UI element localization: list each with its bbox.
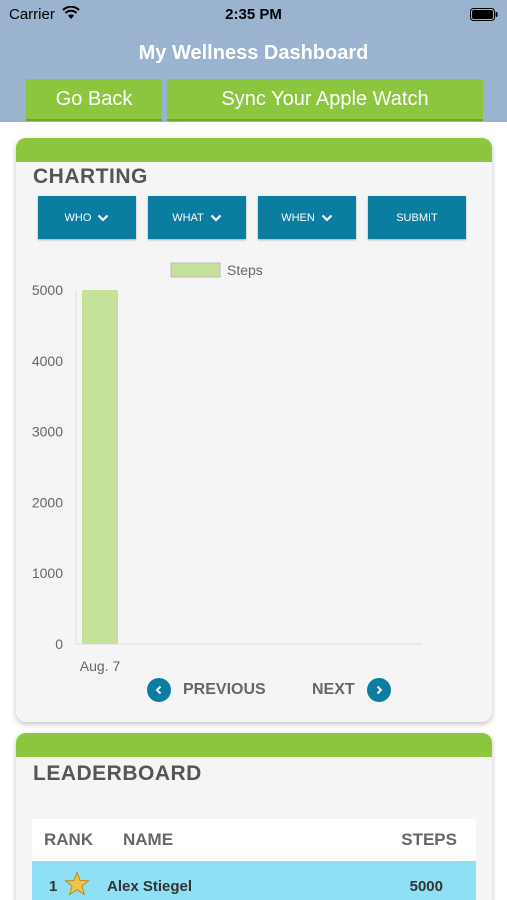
table-row[interactable]: 1 Alex Stiegel 5000 [32, 861, 476, 900]
y-tick-label: 5000 [32, 282, 63, 298]
star-icon [64, 871, 90, 896]
status-bar: Carrier 2:35 PM [0, 0, 507, 28]
previous-label: PREVIOUS [183, 681, 266, 698]
bar [82, 290, 118, 644]
y-tick-label: 4000 [32, 353, 63, 369]
next-label: NEXT [312, 681, 355, 698]
clock: 2:35 PM [225, 6, 282, 23]
leaderboard-card: LEADERBOARD RANK NAME STEPS 1 Alex Stieg… [16, 733, 492, 900]
legend-swatch [170, 262, 221, 278]
battery-icon [470, 8, 498, 21]
name-cell: Alex Stiegel [107, 878, 193, 895]
steps-cell: 5000 [409, 878, 443, 895]
y-tick-label: 1000 [32, 565, 63, 581]
y-tick-label: 0 [55, 636, 63, 652]
legend-label: Steps [227, 262, 263, 278]
x-tick-label: Aug. 7 [80, 658, 121, 674]
name-column-header: NAME [123, 830, 174, 849]
go-back-button[interactable]: Go Back [26, 79, 162, 121]
steps-column-header: STEPS [401, 830, 457, 849]
next-button[interactable]: NEXT [312, 676, 391, 704]
leaderboard-header-row: RANK NAME STEPS [32, 819, 476, 861]
rank-cell: 1 [49, 878, 58, 895]
chevron-right-icon [366, 678, 391, 702]
rank-column-header: RANK [44, 830, 94, 849]
chevron-left-icon [147, 678, 171, 702]
charting-card: CHARTING WHO WHAT WHEN SUBMIT 0 1000 2000 3… [16, 138, 492, 722]
previous-button[interactable]: PREVIOUS [147, 676, 266, 704]
steps-bar-chart: 0 1000 2000 3000 4000 5000 Aug. 7 Steps [32, 262, 422, 674]
sync-apple-watch-button[interactable]: Sync Your Apple Watch [167, 79, 483, 121]
y-tick-label: 2000 [32, 494, 63, 510]
card-header-strip [16, 733, 492, 757]
leaderboard-title: LEADERBOARD [33, 762, 202, 785]
y-tick-label: 3000 [32, 424, 63, 440]
page-title: My Wellness Dashboard [138, 42, 369, 64]
